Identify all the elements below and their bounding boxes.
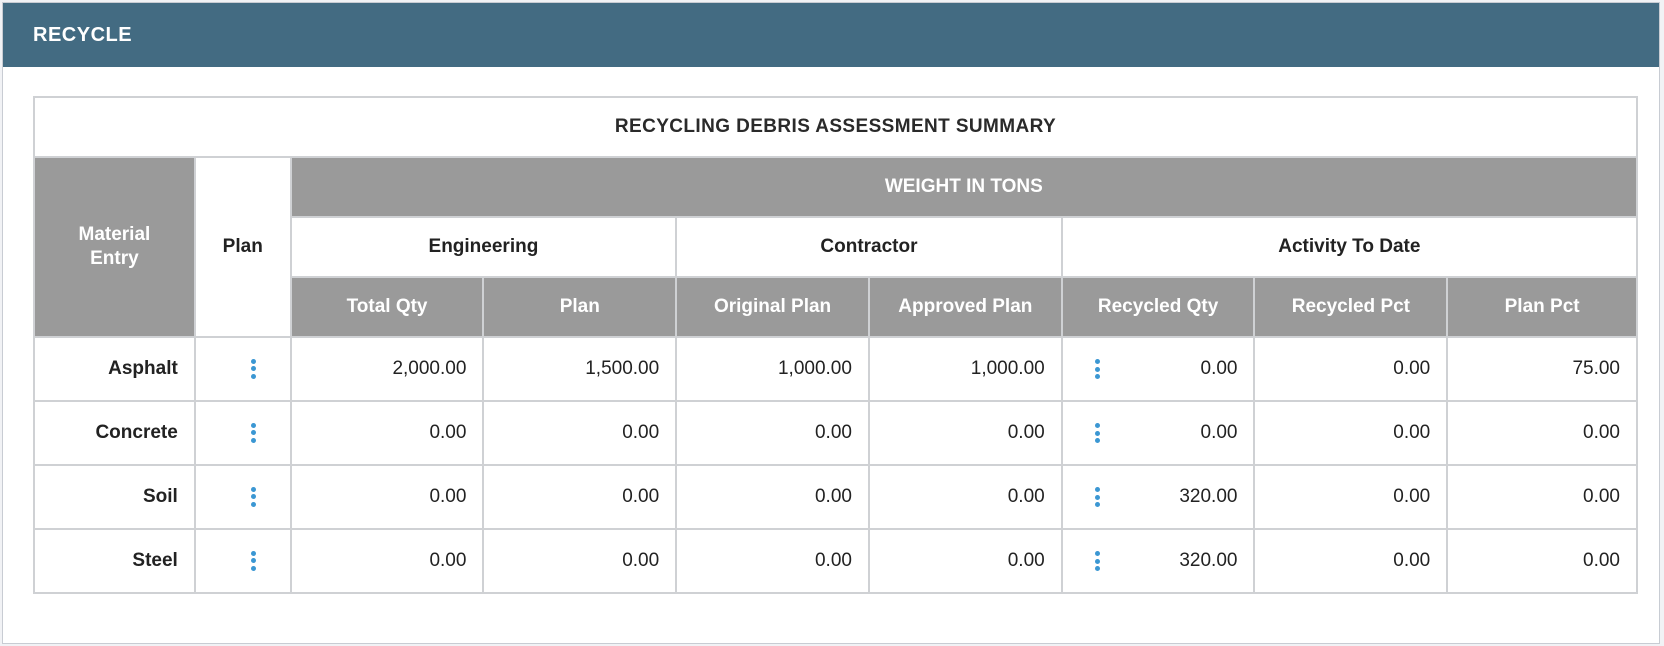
header-weight-in-tons: WEIGHT IN TONS [289,156,1639,218]
eng-plan: 0.00 [482,528,678,594]
recycling-summary-table-wrap: RECYCLING DEBRIS ASSESSMENT SUMMARY Mate… [33,96,1639,594]
kebab-menu-icon[interactable] [1093,487,1103,507]
original-plan: 1,000.00 [675,336,870,402]
kebab-menu-icon[interactable] [1093,423,1103,443]
panel-title: RECYCLE [3,3,1659,67]
recycled-qty-cell: 320.00 [1060,464,1256,530]
header-total-qty: Total Qty [289,276,485,338]
total-qty: 0.00 [289,528,485,594]
approved-plan: 0.00 [867,464,1063,530]
header-approved-plan: Approved Plan [867,276,1063,338]
header-recycled-pct: Recycled Pct [1253,276,1449,338]
kebab-menu-icon[interactable] [249,358,259,379]
header-engineering: Engineering [289,216,678,278]
material-name: Steel [33,528,196,594]
recycling-summary-table: RECYCLING DEBRIS ASSESSMENT SUMMARY Mate… [33,96,1639,594]
total-qty: 0.00 [289,464,485,530]
approved-plan: 0.00 [867,528,1063,594]
recycled-pct: 0.00 [1253,336,1449,402]
header-plan: Plan [193,156,292,338]
recycled-qty: 320.00 [1179,550,1238,571]
table-title: RECYCLING DEBRIS ASSESSMENT SUMMARY [33,96,1638,158]
kebab-menu-icon[interactable] [249,422,259,443]
plan-pct: 0.00 [1446,400,1638,466]
recycled-qty-cell: 0.00 [1060,400,1256,466]
recycled-qty: 0.00 [1200,358,1238,379]
recycled-qty-cell: 0.00 [1060,336,1256,402]
header-material-entry: Material Entry [33,156,196,338]
recycled-qty-cell: 320.00 [1060,528,1256,594]
material-name: Soil [33,464,196,530]
recycled-pct: 0.00 [1253,528,1449,594]
table-row: Steel 0.00 0.00 0.00 0.00 320.00 0.00 0.… [33,528,1638,594]
original-plan: 0.00 [675,528,870,594]
header-original-plan: Original Plan [675,276,870,338]
kebab-menu-icon[interactable] [249,550,259,571]
recycled-pct: 0.00 [1253,464,1449,530]
header-activity-to-date: Activity To Date [1060,216,1639,278]
table-row: Asphalt 2,000.00 1,500.00 1,000.00 1,000… [33,336,1638,402]
plan-pct: 0.00 [1446,528,1638,594]
eng-plan: 1,500.00 [482,336,678,402]
recycled-qty: 0.00 [1200,422,1238,443]
kebab-menu-icon[interactable] [1093,359,1103,379]
header-eng-plan: Plan [482,276,678,338]
eng-plan: 0.00 [482,464,678,530]
material-name: Concrete [33,400,196,466]
original-plan: 0.00 [675,464,870,530]
recycled-qty: 320.00 [1179,486,1238,507]
header-contractor: Contractor [675,216,1063,278]
plan-menu-cell [193,400,292,466]
eng-plan: 0.00 [482,400,678,466]
approved-plan: 0.00 [867,400,1063,466]
table-row: Concrete 0.00 0.00 0.00 0.00 0.00 0.00 0… [33,400,1638,466]
plan-menu-cell [193,528,292,594]
recycle-panel: RECYCLE RECYCLING DEBRIS ASSESSMENT SUMM… [2,2,1660,644]
plan-pct: 75.00 [1446,336,1638,402]
plan-menu-cell [193,336,292,402]
table-row: Soil 0.00 0.00 0.00 0.00 320.00 0.00 0.0… [33,464,1638,530]
approved-plan: 1,000.00 [867,336,1063,402]
total-qty: 0.00 [289,400,485,466]
material-name: Asphalt [33,336,196,402]
recycled-pct: 0.00 [1253,400,1449,466]
kebab-menu-icon[interactable] [1093,551,1103,571]
original-plan: 0.00 [675,400,870,466]
plan-pct: 0.00 [1446,464,1638,530]
total-qty: 2,000.00 [289,336,485,402]
plan-menu-cell [193,464,292,530]
header-plan-pct: Plan Pct [1446,276,1638,338]
header-material-entry-label: Material Entry [78,224,151,269]
kebab-menu-icon[interactable] [249,486,259,507]
header-recycled-qty: Recycled Qty [1060,276,1256,338]
